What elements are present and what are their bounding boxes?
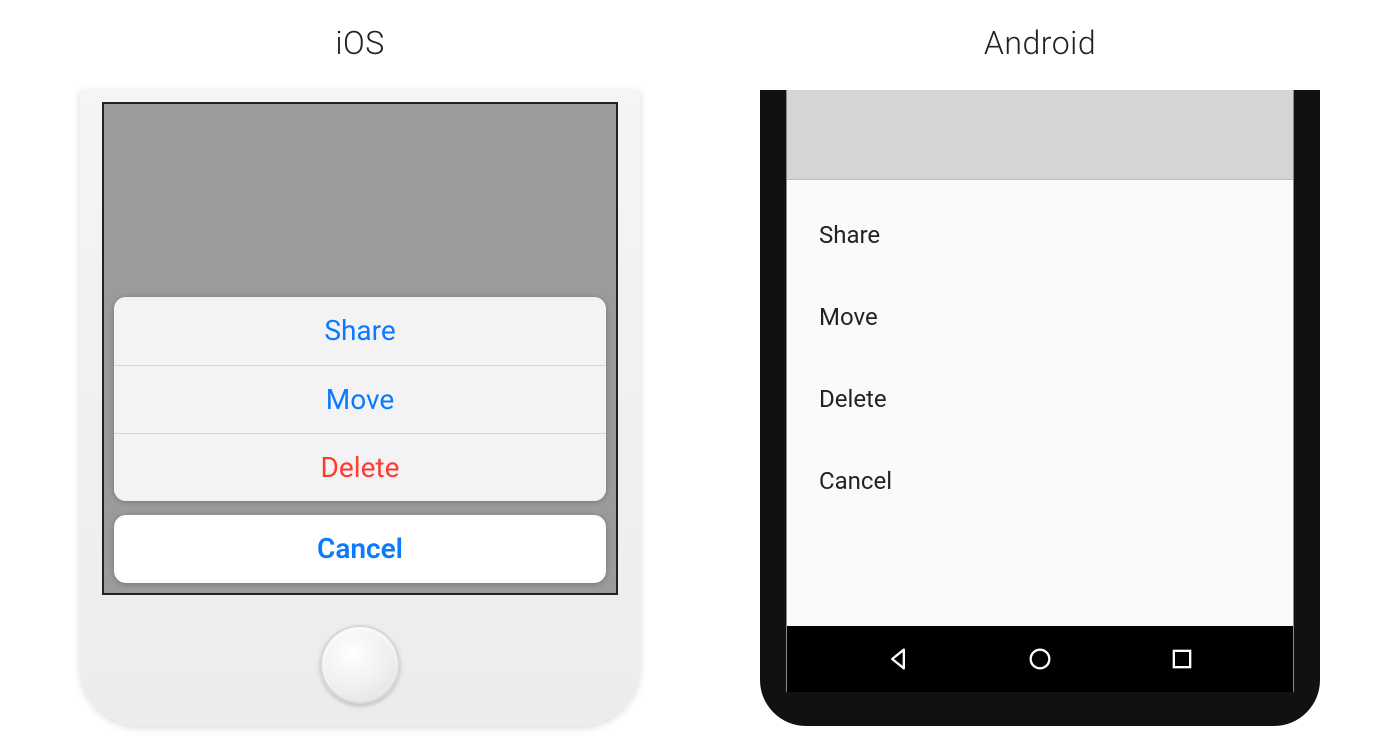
ios-cancel-button[interactable]: Cancel — [114, 515, 606, 583]
ios-device-frame: Share Move Delete Cancel — [80, 90, 640, 726]
ios-action-sheet: Share Move Delete — [114, 297, 606, 501]
android-action-delete[interactable]: Delete — [787, 358, 1293, 440]
android-screen: Share Move Delete Cancel — [786, 90, 1294, 692]
android-backdrop — [787, 90, 1293, 180]
android-label: Android — [984, 24, 1096, 62]
android-home-icon[interactable] — [1026, 645, 1054, 673]
ios-action-share[interactable]: Share — [114, 297, 606, 365]
ios-action-share-label: Share — [324, 314, 395, 347]
android-action-cancel[interactable]: Cancel — [787, 440, 1293, 522]
ios-label: iOS — [335, 24, 384, 62]
android-action-move-label: Move — [819, 303, 878, 331]
android-recents-icon[interactable] — [1168, 645, 1196, 673]
android-action-share-label: Share — [819, 221, 880, 249]
ios-screen: Share Move Delete Cancel — [102, 102, 618, 595]
ios-action-move-label: Move — [326, 383, 394, 416]
android-bottom-sheet: Share Move Delete Cancel — [787, 180, 1293, 626]
ios-cancel-label: Cancel — [317, 532, 403, 565]
ios-action-delete-label: Delete — [321, 451, 400, 484]
android-back-icon[interactable] — [884, 645, 912, 673]
android-action-share[interactable]: Share — [787, 194, 1293, 276]
android-action-move[interactable]: Move — [787, 276, 1293, 358]
android-action-cancel-label: Cancel — [819, 467, 892, 495]
ios-column: iOS Share Move Delete Cancel — [80, 24, 640, 739]
ios-action-delete[interactable]: Delete — [114, 433, 606, 501]
android-column: Android Share Move Delete Cancel — [760, 24, 1320, 739]
android-nav-bar — [787, 626, 1293, 692]
android-device-frame: Share Move Delete Cancel — [760, 90, 1320, 726]
android-action-delete-label: Delete — [819, 385, 887, 413]
ios-action-move[interactable]: Move — [114, 365, 606, 433]
ios-home-button[interactable] — [320, 625, 400, 704]
